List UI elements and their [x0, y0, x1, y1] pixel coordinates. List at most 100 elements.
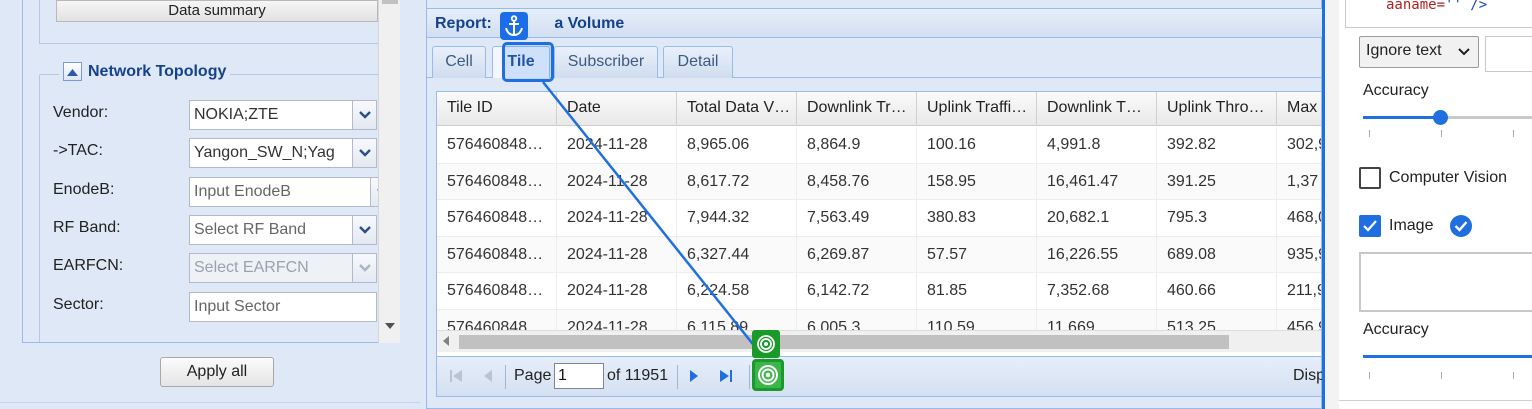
tab-subscriber[interactable]: Subscriber: [554, 46, 658, 78]
next-page-icon[interactable]: [683, 365, 705, 387]
field-input[interactable]: Yangon_SW_N;Yag: [189, 138, 353, 168]
field-input[interactable]: Input Sector: [189, 292, 377, 322]
accuracy-slider[interactable]: [1363, 110, 1532, 125]
table-row[interactable]: 576460848… 2024-11-28 6,327.44 6,269.87 57.5…: [437, 236, 1321, 273]
table-row[interactable]: 576460848… 2024-11-28 8,617.72 8,458.76 158.…: [437, 163, 1321, 200]
table-cell: 576460848…: [437, 127, 557, 163]
column-header[interactable]: Tile ID: [437, 92, 557, 126]
table-cell: 100.16: [917, 127, 1037, 163]
image-label: Image: [1389, 217, 1434, 234]
table-cell: 380.83: [917, 200, 1037, 236]
properties-panel: aaname='' /> Ignore text Accuracy Comput…: [1322, 0, 1532, 409]
code-attribute: aaname=: [1386, 0, 1446, 13]
verified-check-icon: [1450, 215, 1473, 237]
display-info: Disp: [1293, 367, 1326, 384]
target-icon[interactable]: [752, 330, 780, 358]
page-label: Page: [514, 367, 552, 384]
column-header[interactable]: Uplink Thro…: [1157, 92, 1277, 126]
table-cell: 392.82: [1157, 127, 1277, 163]
field-label: Vendor:: [53, 104, 109, 121]
prev-page-icon[interactable]: [477, 365, 499, 387]
table-row[interactable]: 576460848… 2024-11-28 8,965.06 8,864.9 100.1…: [437, 127, 1321, 164]
page-number-input[interactable]: 1: [554, 363, 604, 389]
computer-vision-checkbox[interactable]: [1359, 167, 1381, 189]
image-option[interactable]: Image: [1359, 214, 1473, 238]
column-header[interactable]: Downlink T…: [1037, 92, 1157, 126]
data-summary-button[interactable]: Data summary: [56, 0, 378, 22]
table-cell: 8,864.9: [797, 127, 917, 163]
pager-separator: [677, 365, 678, 389]
table-cell: 689.08: [1157, 236, 1277, 273]
anchor-icon[interactable]: [500, 12, 528, 40]
apply-all-button[interactable]: Apply all: [160, 357, 274, 387]
field-input[interactable]: Select RF Band: [189, 215, 353, 245]
ignore-select-value: Ignore text: [1366, 42, 1442, 59]
table-cell: 4,991.8: [1037, 127, 1157, 163]
computer-vision-option[interactable]: Computer Vision: [1359, 166, 1507, 190]
filter-vertical-scrollbar[interactable]: [378, 0, 400, 343]
field-label: ->TAC:: [53, 142, 103, 159]
accuracy-slider[interactable]: [1363, 355, 1532, 358]
field-input[interactable]: NOKIA;ZTE: [189, 100, 353, 130]
table-cell: 302,9: [1277, 127, 1321, 163]
table-cell: 468,0: [1277, 200, 1321, 236]
table-cell: 1,37: [1277, 164, 1321, 200]
image-preview: [1359, 252, 1532, 312]
pagination-toolbar: Page 1 of 11951 Disp: [436, 357, 1326, 397]
column-header[interactable]: Date: [557, 92, 677, 126]
ignore-text-select[interactable]: Ignore text: [1359, 36, 1479, 68]
table-cell: 81.85: [917, 273, 1037, 309]
grid-horizontal-scrollbar[interactable]: [437, 330, 1321, 352]
table-cell: 158.95: [917, 163, 1037, 200]
scroll-left-icon[interactable]: [443, 336, 449, 346]
target-icon[interactable]: [752, 359, 784, 391]
chevron-down-icon[interactable]: [353, 138, 377, 168]
filter-field: ->TAC:Yangon_SW_N;Yag✕: [53, 138, 399, 168]
collapse-up-icon[interactable]: [63, 62, 82, 81]
chevron-down-icon[interactable]: [353, 100, 377, 130]
code-tail: '' />: [1445, 0, 1488, 13]
table-cell: 7,944.32: [677, 200, 797, 236]
report-header: Report: a Volume: [427, 8, 1323, 38]
last-page-icon[interactable]: [715, 365, 737, 387]
scroll-down-icon[interactable]: [385, 323, 395, 329]
column-header[interactable]: Uplink Traffi…: [917, 92, 1037, 126]
table-cell: 576460848…: [437, 163, 557, 200]
table-cell: 7,352.68: [1037, 273, 1157, 309]
first-page-icon[interactable]: [445, 365, 467, 387]
slider-ticks: [1369, 130, 1532, 138]
column-header[interactable]: Total Data V…: [677, 92, 797, 126]
slider-ticks: [1369, 372, 1532, 380]
image-checkbox[interactable]: [1359, 215, 1381, 237]
scrollbar-thumb[interactable]: [382, 0, 398, 4]
divider: [0, 402, 420, 403]
filter-scroll-area: Data summary Network Topology Vendor: NOK…: [22, 0, 400, 343]
table-cell: 2024-11-28: [557, 200, 677, 236]
table-cell: 795.3: [1157, 200, 1277, 236]
selector-code-box[interactable]: aaname='' />: [1345, 0, 1532, 28]
scrollbar-thumb[interactable]: [459, 335, 1229, 349]
network-topology-legend: Network Topology: [59, 62, 231, 81]
field-label: RF Band:: [53, 219, 121, 236]
table-cell: 16,461.47: [1037, 163, 1157, 200]
accuracy-label: Accuracy: [1363, 82, 1429, 99]
table-cell: 576460848…: [437, 273, 557, 309]
table-cell: 460.66: [1157, 273, 1277, 309]
chevron-down-icon[interactable]: [353, 215, 377, 245]
table-cell: 16,226.55: [1037, 236, 1157, 273]
table-row[interactable]: 576460848… 2024-11-28 6,224.58 6,142.72 81.8…: [437, 273, 1321, 310]
table-cell: 8,965.06: [677, 127, 797, 163]
tab-detail[interactable]: Detail: [663, 46, 733, 78]
pager-separator: [505, 365, 506, 389]
table-row[interactable]: 576460848… 2024-11-28 7,944.32 7,563.49 380.…: [437, 200, 1321, 237]
field-input[interactable]: Input EnodeB: [189, 177, 371, 207]
ignore-text-input[interactable]: [1485, 36, 1532, 72]
tab-cell[interactable]: Cell: [432, 46, 486, 78]
table-cell: 2024-11-28: [557, 163, 677, 200]
column-header[interactable]: Downlink Tr…: [797, 92, 917, 126]
table-cell: 576460848…: [437, 236, 557, 273]
column-header[interactable]: Max: [1277, 92, 1321, 126]
field-input: Select EARFCN: [189, 253, 353, 283]
table-cell: 2024-11-28: [557, 236, 677, 273]
table-cell: 8,458.76: [797, 163, 917, 200]
